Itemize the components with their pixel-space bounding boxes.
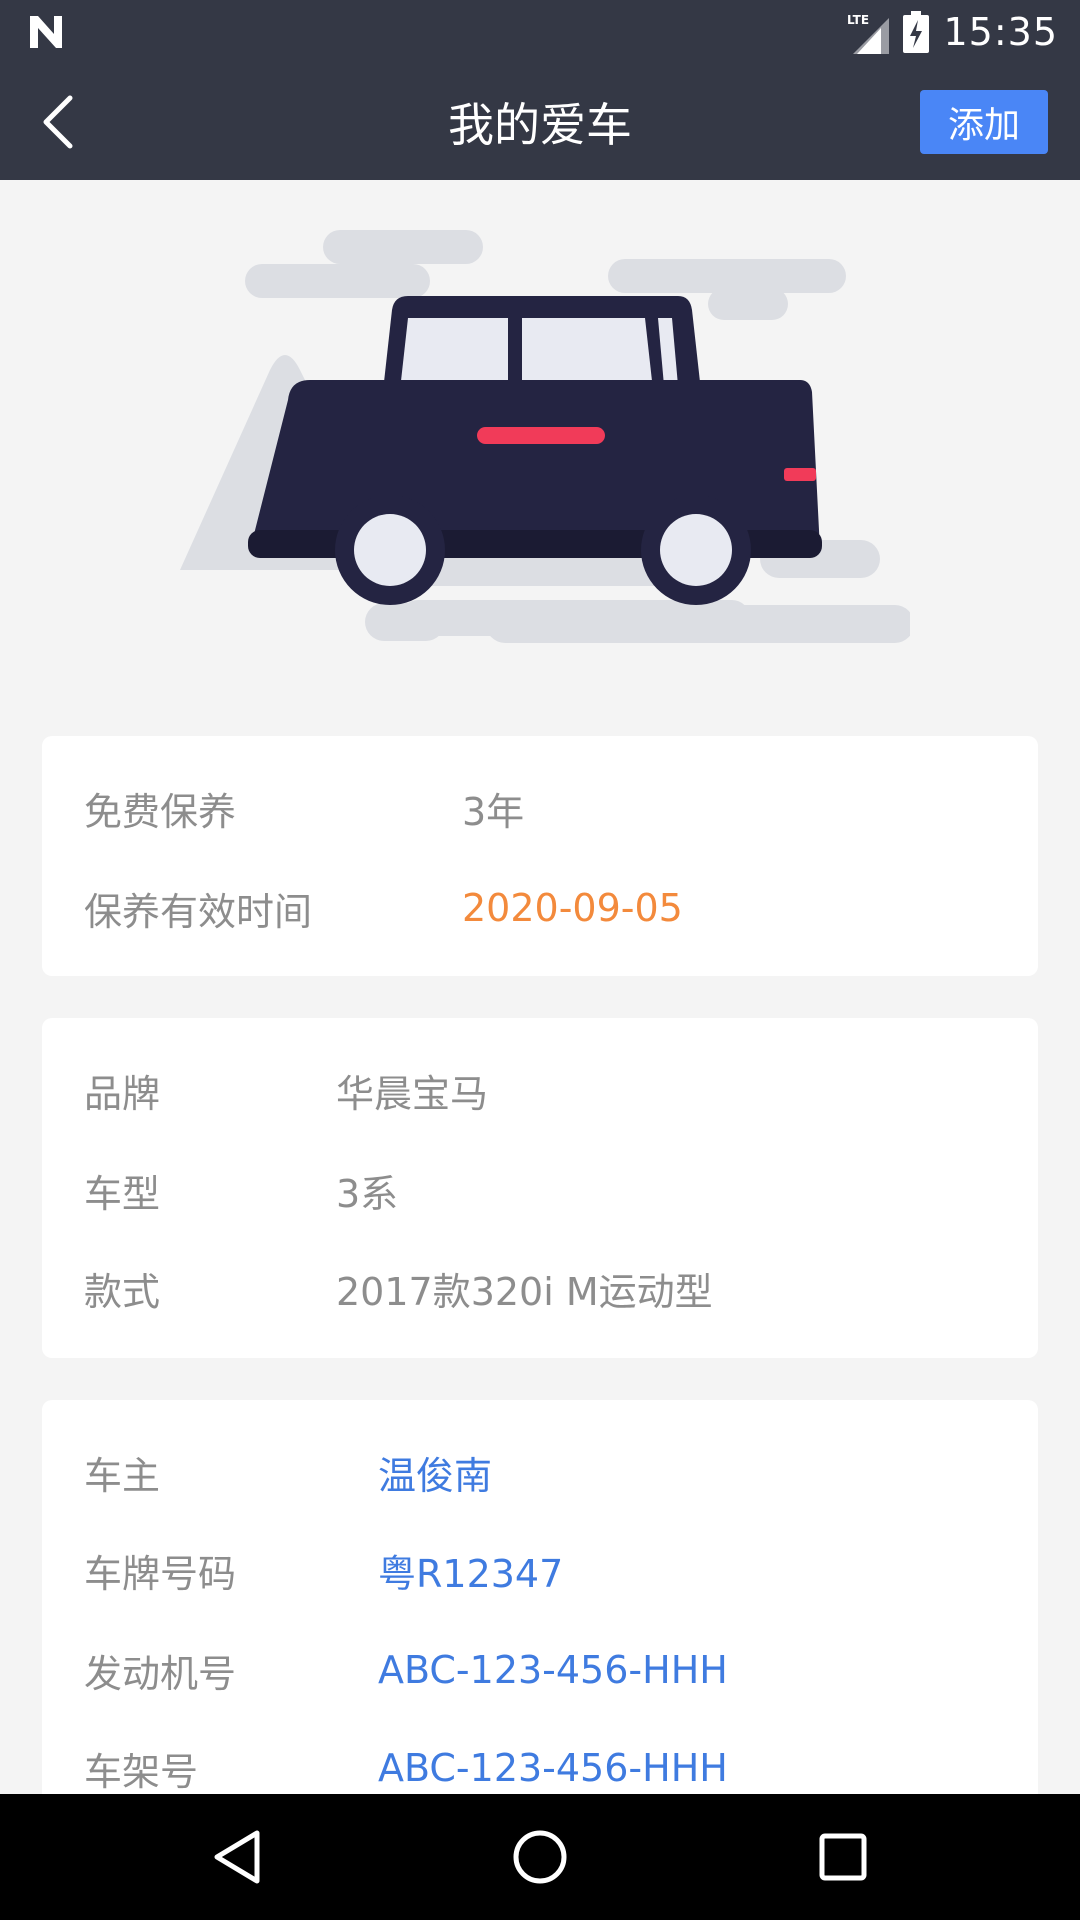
nav-home-icon: [513, 1830, 567, 1884]
plate-row: 车牌号码 粤R12347: [84, 1540, 563, 1600]
free-maintenance-label: 免费保养: [84, 789, 237, 834]
nav-back-button[interactable]: [202, 1822, 272, 1892]
brand-value: 华晨宝马: [336, 1071, 489, 1116]
maintenance-valid-label: 保养有效时间: [84, 889, 313, 934]
page-title: 我的爱车: [448, 98, 632, 152]
maintenance-valid-value: 2020-09-05: [462, 886, 683, 930]
style-label: 款式: [84, 1269, 161, 1314]
style-row: 款式 2017款320i M运动型: [84, 1258, 713, 1318]
frame-value: ABC-123-456-HHH: [378, 1746, 728, 1790]
brand-row: 品牌 华晨宝马: [84, 1060, 488, 1120]
model-label: 车型: [84, 1171, 161, 1216]
status-time: 15:35: [943, 10, 1058, 54]
engine-row: 发动机号 ABC-123-456-HHH: [84, 1640, 728, 1700]
free-maintenance-value: 3年: [462, 789, 525, 834]
car-illustration: [180, 230, 910, 643]
owner-value: 温俊南: [378, 1453, 493, 1498]
model-row: 车型 3系: [84, 1160, 398, 1220]
app-bar: 我的爱车 添加: [0, 64, 1080, 180]
owner-label: 车主: [84, 1453, 161, 1498]
battery-charging-icon: [903, 11, 930, 53]
free-maintenance-row: 免费保养 3年: [84, 778, 524, 838]
brand-label: 品牌: [84, 1071, 161, 1116]
nav-recents-button[interactable]: [808, 1822, 878, 1892]
frame-label: 车架号: [84, 1749, 199, 1794]
signal-icon: LTE: [847, 13, 890, 54]
status-bar: LTE 15:35: [0, 0, 1080, 64]
owner-row: 车主 温俊南: [84, 1442, 492, 1502]
n-logo-icon: [30, 16, 62, 48]
car-info-card: 品牌 华晨宝马 车型 3系 款式 2017款320i M运动型: [42, 1018, 1038, 1358]
network-label: LTE: [847, 13, 869, 27]
maintenance-valid-row: 保养有效时间 2020-09-05: [84, 878, 683, 938]
add-button[interactable]: 添加: [920, 90, 1048, 154]
owner-info-card: 车主 温俊南 车牌号码 粤R12347 发动机号 ABC-123-456-HHH…: [42, 1400, 1038, 1820]
engine-label: 发动机号: [84, 1651, 237, 1696]
nav-recents-icon: [819, 1833, 867, 1881]
engine-value: ABC-123-456-HHH: [378, 1648, 728, 1692]
nav-back-icon: [214, 1830, 260, 1884]
style-value: 2017款320i M运动型: [336, 1269, 713, 1314]
navigation-bar: [0, 1794, 1080, 1920]
plate-value: 粤R12347: [378, 1551, 564, 1596]
model-value: 3系: [336, 1171, 399, 1216]
frame-row: 车架号 ABC-123-456-HHH: [84, 1738, 728, 1798]
plate-label: 车牌号码: [84, 1551, 237, 1596]
maintenance-card: 免费保养 3年 保养有效时间 2020-09-05: [42, 736, 1038, 976]
nav-home-button[interactable]: [505, 1822, 575, 1892]
